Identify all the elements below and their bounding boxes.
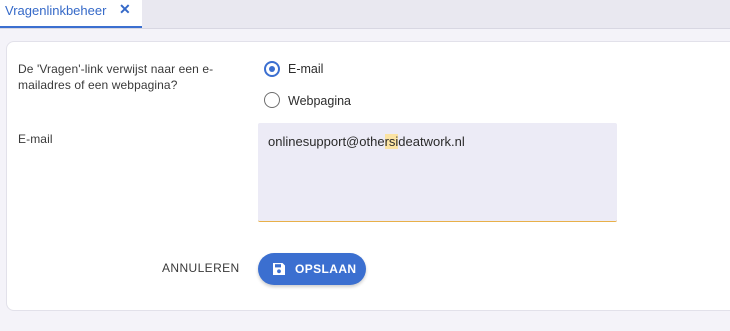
link-type-question-line-1: De 'Vragen'-link verwijst naar een e- — [18, 62, 214, 76]
save-button[interactable]: OPSLAAN — [258, 253, 366, 285]
email-value-part-3: deatwork.nl — [398, 134, 465, 149]
radio-email-label[interactable]: E-mail — [288, 62, 323, 76]
cancel-button[interactable]: ANNULEREN — [162, 261, 240, 275]
save-button-label: OPSLAAN — [295, 262, 357, 276]
email-label: E-mail — [18, 132, 53, 146]
tab-bar: Vragenlinkbeheer ✕ — [0, 0, 730, 29]
radio-webpagina-label[interactable]: Webpagina — [288, 94, 351, 108]
radio-email[interactable] — [264, 61, 280, 77]
link-type-question-line-2: mailadres of een webpagina? — [18, 78, 178, 92]
floppy-disk-icon — [273, 263, 285, 275]
email-value-part-1: onlinesupport@othe — [268, 134, 385, 149]
tab-vragenlinkbeheer[interactable]: Vragenlinkbeheer ✕ — [0, 0, 142, 28]
email-field[interactable]: onlinesupport@othersideatwork.nl — [258, 123, 617, 222]
email-field-value[interactable]: onlinesupport@othersideatwork.nl — [268, 134, 465, 149]
link-type-question: De 'Vragen'-link verwijst naar een e- ma… — [18, 61, 213, 93]
tab-title[interactable]: Vragenlinkbeheer — [5, 3, 106, 18]
email-value-highlight: rsi — [384, 134, 399, 149]
close-icon[interactable]: ✕ — [119, 1, 131, 18]
radio-webpagina[interactable] — [264, 92, 280, 108]
